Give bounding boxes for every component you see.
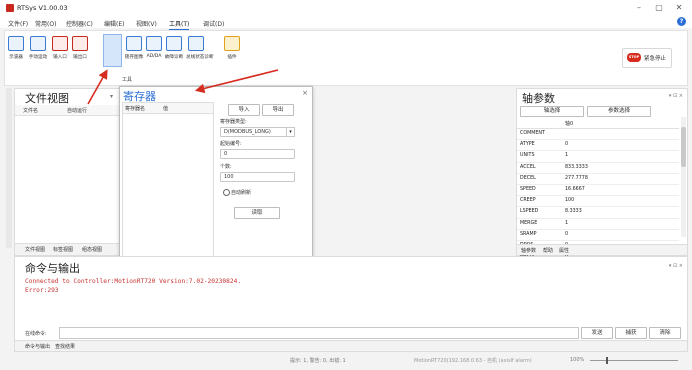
axis-param-row[interactable]: CREEP 100 (517, 196, 679, 208)
axis-params-title: 轴参数 (522, 92, 555, 105)
axis-param-row[interactable]: DECEL 277.7778 (517, 174, 679, 185)
axis-param-row[interactable]: ATYPE 0 (517, 140, 679, 152)
zoom-level: 100% (570, 357, 585, 363)
axis-param-name: CREEP (520, 198, 536, 204)
status-info: 提示: 1, 警告: 0, 出错: 1 (290, 358, 346, 364)
send-button[interactable]: 发送 (581, 327, 613, 339)
zoom-slider[interactable] (590, 360, 678, 361)
command-output-title: 命令与输出 (25, 262, 80, 275)
tab-find-results[interactable]: 查找结果 (55, 343, 75, 350)
tab-properties[interactable]: 属性 (559, 247, 569, 254)
axis-param-name: SRAMP (520, 231, 537, 237)
online-command-label: 在线命令: (25, 331, 47, 337)
axis-param-row[interactable]: ACCEL 833.3333 (517, 163, 679, 174)
axis-param-name: COMMENT (520, 131, 545, 136)
axis-param-value[interactable]: 833.3333 (565, 163, 588, 173)
axis-params-pin-icon[interactable]: ▾ ⊡ × (669, 93, 683, 99)
axis-param-name: ACCEL (520, 164, 536, 170)
tab-help[interactable]: 帮助 (543, 247, 553, 254)
axis-param-name: LSPEED (520, 209, 539, 215)
command-pin-icon[interactable]: ▾ ⊡ × (669, 263, 683, 269)
param-select-button[interactable]: 参数选择 (587, 106, 651, 117)
axis-param-name: UNITS (520, 153, 535, 159)
axis-scrollbar[interactable] (681, 117, 686, 237)
axis-param-row[interactable]: MERGE 1 (517, 219, 679, 230)
online-command-input[interactable] (59, 327, 579, 339)
axis-param-value[interactable]: 1 (565, 151, 568, 161)
axis-panel-tabs: 轴参数 帮助 属性 (517, 244, 687, 255)
output-line-2: Error:293 (25, 287, 59, 294)
axis-param-value[interactable]: 8.3333 (565, 207, 582, 217)
capture-button[interactable]: 捕获 (615, 327, 647, 339)
tab-command-output[interactable]: 命令与输出 (25, 343, 50, 350)
axis-param-value[interactable]: 277.7778 (565, 174, 588, 184)
axis-param-name: SPEED (520, 186, 536, 192)
axis-param-row[interactable]: COMMENT (517, 129, 679, 141)
tab-axis-params[interactable]: 轴参数 (521, 247, 536, 254)
axis-param-row[interactable]: SRAMP 0 (517, 230, 679, 241)
axis-param-row[interactable]: LSPEED 8.3333 (517, 207, 679, 219)
status-bar: 提示: 1, 警告: 0, 出错: 1 MotionRT720(192.168.… (0, 352, 692, 370)
arrow-to-register-button (87, 69, 108, 105)
command-output-panel: 命令与输出 ▾ ⊡ × Connected to Controller:Moti… (14, 256, 688, 352)
status-connection: MotionRT720(192.168.0.63 - 自机 (axisIf al… (414, 358, 532, 364)
output-line-1: Connected to Controller:MotionRT720 Vers… (25, 278, 242, 285)
axis-param-value[interactable]: 16.6667 (565, 185, 585, 195)
axis-param-name: MERGE (520, 220, 538, 226)
arrow-to-register-dialog (194, 69, 279, 94)
axis-param-value[interactable]: 1 (565, 219, 568, 229)
axis-param-name: ATYPE (520, 142, 535, 148)
axis-table-header: 轴0 (517, 118, 679, 129)
axis-param-name: DECEL (520, 175, 536, 181)
axis-params-panel: 轴参数 ▾ ⊡ × 轴选择 参数选择 轴0 COMMENT ATYPE 0 UNITS… (516, 88, 688, 264)
axis-param-value[interactable]: 0 (565, 230, 568, 240)
command-tabs: 命令与输出 查找结果 (15, 340, 687, 351)
zoom-slider-thumb[interactable] (606, 357, 608, 364)
col-axis0: 轴0 (565, 121, 574, 127)
axis-param-value[interactable]: 100 (565, 196, 574, 206)
axis-param-value[interactable]: 0 (565, 140, 568, 150)
clear-button[interactable]: 清除 (649, 327, 681, 339)
axis-scroll-thumb[interactable] (681, 127, 686, 167)
axis-param-row[interactable]: SPEED 16.6667 (517, 185, 679, 197)
axis-param-row[interactable]: UNITS 1 (517, 151, 679, 163)
axis-select-button[interactable]: 轴选择 (520, 106, 584, 117)
